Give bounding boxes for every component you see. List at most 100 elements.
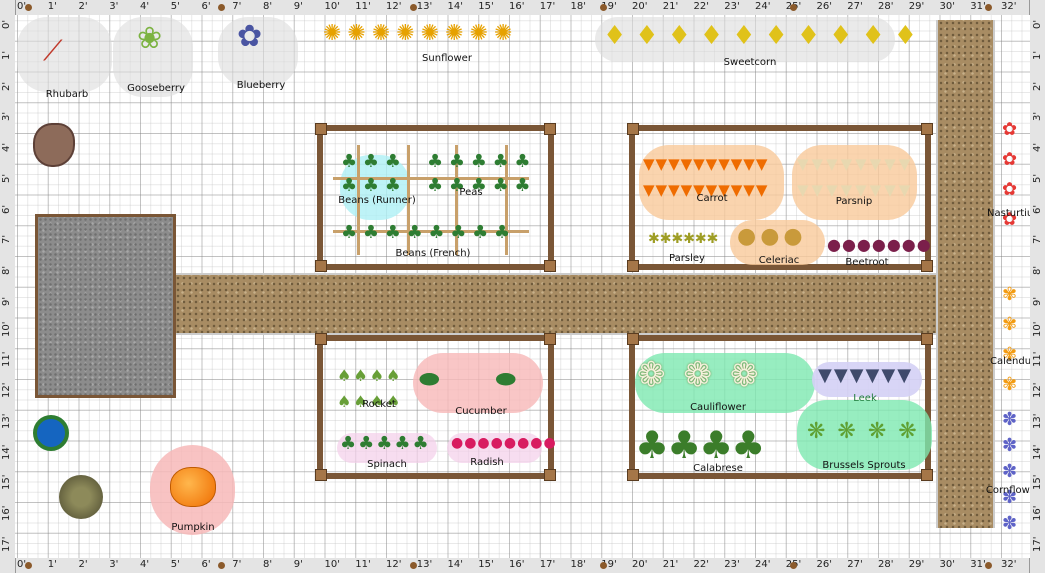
- spinach-plants[interactable]: ♣♣♣♣♣: [340, 433, 431, 454]
- water-butt-icon[interactable]: [33, 415, 69, 451]
- radish-plants[interactable]: ●●●●●●●●: [451, 435, 557, 451]
- runner-beans-plants[interactable]: ♣ ♣ ♣ ♣ ♣ ♣: [341, 150, 411, 198]
- garden-canvas[interactable]: ⟋ Rhubarb ❀ Gooseberry ✿ Blueberry ✺✺✺✺✺…: [15, 15, 1030, 558]
- ruler-handle[interactable]: [600, 562, 607, 569]
- ruler-bottom-tick: 29': [908, 559, 925, 570]
- label-calabrese: Calabrese: [693, 463, 743, 474]
- leek-plants[interactable]: ▼▼▼▼▼▼: [818, 365, 913, 386]
- compost-icon[interactable]: [33, 123, 75, 167]
- ruler-bottom-tick: 30': [939, 559, 955, 570]
- parsley-plants[interactable]: ✱✱✱✱✱✱: [648, 231, 728, 247]
- cauliflower-plants[interactable]: ❁❁❁: [637, 355, 776, 395]
- ruler-right-tick: 8': [1032, 265, 1043, 275]
- calendula-plants[interactable]: ✾ ✾ ✾ ✾: [1002, 280, 1017, 400]
- ruler-left-tick: 8': [1, 265, 12, 275]
- ruler-handle[interactable]: [25, 4, 32, 11]
- ruler-top-tick: 22': [693, 1, 709, 12]
- ruler-bottom-tick: 22': [693, 559, 709, 570]
- path-horizontal: [175, 273, 936, 335]
- ruler-left-tick: 10': [1, 321, 12, 337]
- ruler-right-tick: 1': [1032, 50, 1043, 60]
- ruler-right-tick: 6': [1032, 204, 1043, 214]
- ruler-handle[interactable]: [218, 562, 225, 569]
- ruler-top-tick: 12': [386, 1, 402, 12]
- ruler-handle[interactable]: [410, 4, 417, 11]
- ruler-bottom-tick: 3': [109, 559, 119, 570]
- ruler-top-tick: 11': [355, 1, 371, 12]
- ruler-right-tick: 9': [1032, 296, 1043, 306]
- ruler-handle[interactable]: [790, 4, 797, 11]
- cornflower-plants[interactable]: ✽ ✽ ✽ ✽ ✽: [1002, 407, 1017, 537]
- ruler-bottom-tick: 18': [570, 559, 586, 570]
- garden-planner: ⟋ Rhubarb ❀ Gooseberry ✿ Blueberry ✺✺✺✺✺…: [0, 0, 1045, 573]
- ruler-bottom-tick: 23': [724, 559, 740, 570]
- label-gooseberry: Gooseberry: [127, 83, 185, 94]
- french-beans-plants[interactable]: ♣ ♣ ♣ ♣ ♣ ♣ ♣ ♣: [341, 222, 541, 243]
- ruler-top-tick: 10': [324, 1, 340, 12]
- label-cornflower: Cornflower: [985, 485, 1030, 496]
- ruler-left-tick: 16': [1, 505, 12, 521]
- label-beans-runner: Beans (Runner): [338, 195, 416, 206]
- path-vertical: [936, 20, 995, 528]
- ruler-left-tick: 6': [1, 204, 12, 214]
- ruler-handle[interactable]: [218, 4, 225, 11]
- gooseberry-icon[interactable]: ❀: [137, 24, 162, 54]
- ruler-bottom-tick: 28': [878, 559, 894, 570]
- ruler-handle[interactable]: [600, 4, 607, 11]
- ruler-handle[interactable]: [985, 4, 992, 11]
- ruler-bottom-tick: 6': [201, 559, 211, 570]
- ruler-bottom-tick: 15': [478, 559, 494, 570]
- ruler-bottom-tick: 11': [355, 559, 371, 570]
- label-leek: Leek: [853, 393, 877, 404]
- ruler-right-tick: 16': [1032, 505, 1043, 521]
- label-sweetcorn: Sweetcorn: [723, 57, 777, 68]
- calabrese-plants[interactable]: ♣♣♣♣: [635, 423, 765, 467]
- ruler-handle[interactable]: [790, 562, 797, 569]
- ruler-right-tick: 3': [1032, 112, 1043, 122]
- sweetcorn-row[interactable]: ♦♦♦♦♦♦♦♦♦♦: [603, 21, 926, 51]
- label-sunflower: Sunflower: [422, 53, 472, 64]
- ruler-right-tick: 13': [1032, 413, 1043, 429]
- ruler-handle[interactable]: [25, 562, 32, 569]
- ruler-bottom-tick: 27': [847, 559, 863, 570]
- cucumber-plants[interactable]: ⬬⬬: [419, 365, 572, 393]
- ruler-handle[interactable]: [985, 562, 992, 569]
- ruler-left-tick: 11': [1, 351, 12, 368]
- label-pumpkin: Pumpkin: [171, 522, 215, 533]
- halo-rhubarb: [17, 17, 112, 92]
- ruler-top-tick: 9': [293, 1, 303, 12]
- pumpkin-icon[interactable]: [170, 467, 216, 507]
- label-peas: Peas: [459, 187, 483, 198]
- ruler-left-tick: 14': [1, 444, 12, 460]
- ruler-bottom-tick: 20': [632, 559, 648, 570]
- ruler-bottom-tick: 24': [755, 559, 771, 570]
- ruler-left-tick: 4': [1, 142, 12, 152]
- celeriac-plants[interactable]: ●●●: [737, 224, 807, 249]
- label-parsnip: Parsnip: [835, 196, 873, 207]
- ruler-top-tick: 3': [109, 1, 119, 12]
- ruler-top-tick: 4': [140, 1, 150, 12]
- ruler-left-tick: 1': [1, 50, 12, 60]
- ruler-left-tick: 5': [1, 173, 12, 183]
- ruler-left-tick: 9': [1, 296, 12, 306]
- rhubarb-icon[interactable]: ⟋: [43, 37, 63, 65]
- label-calendula: Calendula: [990, 356, 1030, 367]
- ruler-left-tick: 0': [1, 19, 12, 29]
- ruler-right-tick: 14': [1032, 444, 1043, 460]
- ruler-handle[interactable]: [410, 562, 417, 569]
- label-radish: Radish: [470, 457, 504, 468]
- shed[interactable]: [35, 214, 176, 398]
- ruler-top-tick: 30': [939, 1, 955, 12]
- blueberry-icon[interactable]: ✿: [237, 22, 262, 52]
- label-beans-french: Beans (French): [395, 248, 471, 259]
- brussels-plants[interactable]: ❋❋❋❋: [807, 419, 929, 444]
- ruler-top-tick: 2': [78, 1, 88, 12]
- ruler-bottom-tick: 5': [170, 559, 180, 570]
- ruler-right-tick: 5': [1032, 173, 1043, 183]
- ruler-top-tick: 1': [47, 1, 57, 12]
- shrub-icon[interactable]: [59, 475, 103, 519]
- sunflower-row[interactable]: ✺✺✺✺✺✺✺✺: [323, 21, 518, 46]
- beetroot-plants[interactable]: ●●●●●●●: [827, 235, 932, 254]
- ruler-top-tick: 27': [847, 1, 863, 12]
- ruler-right-tick: 7': [1032, 235, 1043, 245]
